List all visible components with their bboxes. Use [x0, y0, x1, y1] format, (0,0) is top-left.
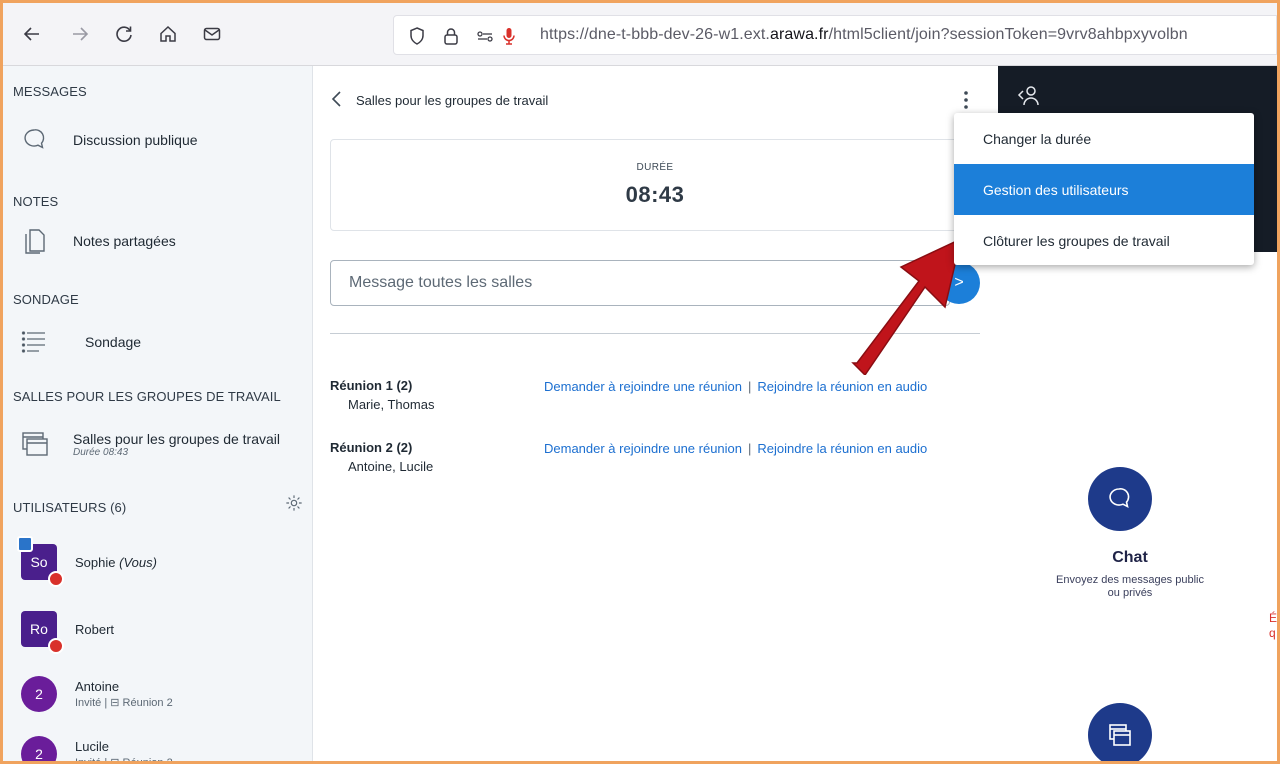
home-icon: [160, 25, 176, 42]
gear-icon[interactable]: [285, 494, 303, 512]
room-users: Antoine, Lucile: [348, 459, 434, 474]
clipped-text: Éq: [1269, 611, 1278, 640]
user-list-item[interactable]: 2 Antoine Invité | ⊟ Réunion 2: [21, 676, 173, 712]
user-name: Lucile: [75, 739, 109, 754]
room-item: Réunion 1 (2) Marie, Thomas: [330, 378, 434, 412]
url-bar[interactable]: https://dne-t-bbb-dev-26-w1.ext.arawa.fr…: [393, 15, 1277, 55]
url-text: https://dne-t-bbb-dev-26-w1.ext.arawa.fr…: [540, 26, 1188, 43]
chat-feature-button[interactable]: [1088, 467, 1152, 531]
sidebar-item-public-chat[interactable]: Discussion publique: [21, 126, 198, 154]
user-role: Invité | ⊟ Réunion 2: [75, 697, 173, 709]
separator: |: [748, 379, 752, 394]
back-button[interactable]: [19, 21, 45, 47]
user-list-item[interactable]: So Sophie (Vous): [17, 536, 157, 587]
home-button[interactable]: [155, 21, 181, 47]
room-item: Réunion 2 (2) Antoine, Lucile: [330, 440, 433, 474]
chat-bubble-icon: [21, 126, 49, 154]
duration-label: DURÉE: [636, 162, 674, 173]
sidebar-item-poll[interactable]: Sondage: [21, 328, 141, 356]
poll-label: Sondage: [85, 334, 142, 350]
join-audio-link[interactable]: Rejoindre la réunion en audio: [757, 379, 927, 394]
join-audio-link[interactable]: Rejoindre la réunion en audio: [757, 441, 927, 456]
user-name: Robert: [75, 621, 115, 637]
mail-button[interactable]: [199, 21, 225, 47]
muted-mic-icon: [48, 638, 64, 654]
public-chat-label: Discussion publique: [73, 132, 198, 148]
room-users: Marie, Thomas: [348, 397, 435, 412]
reload-icon: [116, 26, 132, 42]
list-icon: [21, 328, 49, 356]
user-name: Antoine: [75, 679, 120, 694]
room-name: Réunion 2 (2): [330, 440, 413, 455]
room-actions: Demander à rejoindre une réunion | Rejoind…: [544, 379, 927, 394]
options-menu: Changer la durée Gestion des utilisateur…: [954, 113, 1254, 265]
breakout-rooms-icon: [21, 430, 49, 458]
user-list-item[interactable]: 2 Lucile Invité | ⊟ Réunion 2: [21, 736, 173, 764]
user-role: Invité | ⊟ Réunion 2: [75, 757, 173, 764]
avatar: 2: [21, 736, 57, 761]
sidebar-item-shared-notes[interactable]: Notes partagées: [21, 227, 176, 255]
join-room-link[interactable]: Demander à rejoindre une réunion: [544, 441, 742, 456]
muted-mic-icon: [48, 571, 64, 587]
left-sidebar: MESSAGES Discussion publique NOTES Notes…: [3, 66, 313, 764]
avatar: 2: [21, 676, 57, 712]
user-name: Sophie (Vous): [75, 554, 157, 570]
poll-section-title: SONDAGE: [13, 292, 79, 307]
presenter-icon: [17, 536, 33, 552]
breakout-duration: Durée 08:43: [73, 446, 129, 458]
breakout-feature-button[interactable]: [1088, 703, 1152, 761]
browser-toolbar: https://dne-t-bbb-dev-26-w1.ext.arawa.fr…: [3, 3, 1277, 66]
shield-icon: [406, 25, 428, 47]
breakout-rooms-icon: [1109, 724, 1131, 746]
reload-button[interactable]: [111, 21, 137, 47]
duration-value: 08:43: [625, 182, 685, 207]
envelope-icon: [203, 27, 221, 41]
notes-icon: [21, 227, 49, 255]
more-options-icon[interactable]: [958, 88, 974, 112]
microphone-icon: [498, 25, 520, 47]
menu-item-manage-users[interactable]: Gestion des utilisateurs: [954, 164, 1254, 215]
chat-feature-title: Chat: [1112, 549, 1148, 566]
forward-button[interactable]: [67, 21, 93, 47]
breakout-section-title: SALLES POUR LES GROUPES DE TRAVAIL: [13, 389, 281, 404]
chevron-left-icon[interactable]: [330, 90, 344, 108]
room-name: Réunion 1 (2): [330, 378, 413, 393]
chat-icon: [1109, 488, 1130, 508]
users-section-title: UTILISATEURS (6): [13, 500, 127, 515]
messages-section-title: MESSAGES: [13, 84, 87, 99]
avatar: So: [17, 536, 64, 587]
sidebar-item-breakout-rooms[interactable]: Salles pour les groupes de travail Durée…: [21, 430, 280, 458]
screenshot-frame: https://dne-t-bbb-dev-26-w1.ext.arawa.fr…: [0, 0, 1280, 764]
permissions-icon: [474, 25, 496, 47]
arrow-left-icon: [23, 27, 39, 41]
avatar: Ro: [21, 611, 64, 654]
arrow-right-icon: [73, 27, 89, 41]
duration-box: DURÉE 08:43: [330, 139, 980, 231]
lock-icon: [440, 25, 462, 47]
menu-item-change-duration[interactable]: Changer la durée: [954, 113, 1254, 164]
notes-section-title: NOTES: [13, 194, 59, 209]
chat-feature-description: Envoyez des messages public ou privés: [1056, 574, 1204, 599]
user-icon[interactable]: [1017, 83, 1039, 109]
panel-title: Salles pour les groupes de travail: [356, 93, 549, 108]
separator: |: [748, 441, 752, 456]
user-list-item[interactable]: Ro Robert: [21, 611, 115, 654]
menu-item-end-breakouts[interactable]: Clôturer les groupes de travail: [954, 215, 1254, 265]
room-actions: Demander à rejoindre une réunion | Rejoind…: [544, 441, 927, 456]
breakout-panel: Salles pour les groupes de travail DURÉE…: [314, 66, 997, 761]
shared-notes-label: Notes partagées: [73, 233, 176, 249]
join-room-link[interactable]: Demander à rejoindre une réunion: [544, 379, 742, 394]
breakout-rooms-label: Salles pour les groupes de travail: [73, 430, 281, 447]
